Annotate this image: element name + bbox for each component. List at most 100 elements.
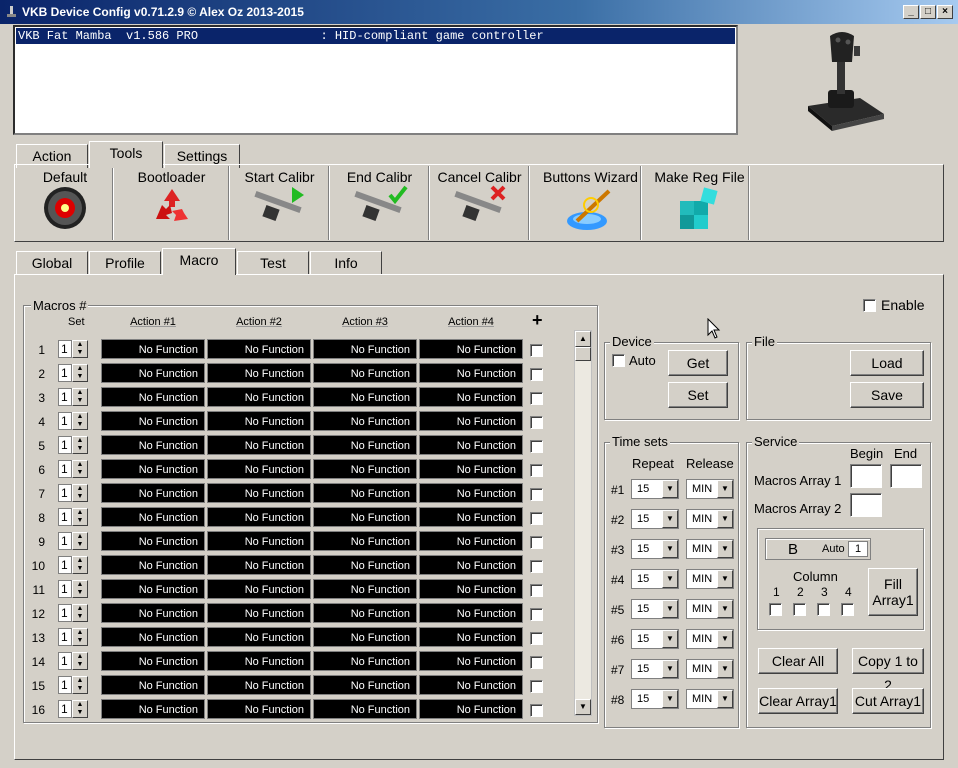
macro-action-1-field[interactable]: No Function xyxy=(101,339,205,359)
copy-1-to-2-button[interactable]: Copy 1 to 2 xyxy=(852,648,924,693)
macro-set-spinner[interactable]: 1 xyxy=(58,484,72,502)
macro-action-3-field[interactable]: No Function xyxy=(313,555,417,575)
macro-action-1-field[interactable]: No Function xyxy=(101,363,205,383)
release-select[interactable]: MIN ▼ xyxy=(686,689,734,709)
clear-all-button[interactable]: Clear All xyxy=(758,648,838,674)
macro-action-2-field[interactable]: No Function xyxy=(207,531,311,551)
macro-row-checkbox[interactable] xyxy=(530,392,543,405)
repeat-select[interactable]: 15 ▼ xyxy=(631,599,679,619)
macro-action-2-field[interactable]: No Function xyxy=(207,387,311,407)
macro-action-4-field[interactable]: No Function xyxy=(419,627,523,647)
repeat-select[interactable]: 15 ▼ xyxy=(631,569,679,589)
macro-action-2-field[interactable]: No Function xyxy=(207,435,311,455)
macro-action-2-field[interactable]: No Function xyxy=(207,483,311,503)
macro-action-2-field[interactable]: No Function xyxy=(207,579,311,599)
macro-set-spinner[interactable]: 1 xyxy=(58,700,72,718)
macro-action-4-field[interactable]: No Function xyxy=(419,699,523,719)
cancel-calibr-tool[interactable]: Cancel Calibr xyxy=(431,166,529,240)
macro-set-spinner[interactable]: 1 xyxy=(58,532,72,550)
macro-action-1-field[interactable]: No Function xyxy=(101,651,205,671)
macro-action-1-field[interactable]: No Function xyxy=(101,435,205,455)
macro-action-3-field[interactable]: No Function xyxy=(313,483,417,503)
macro-set-spinner[interactable]: 1 xyxy=(58,340,72,358)
tab-test[interactable]: Test xyxy=(237,251,309,275)
save-button[interactable]: Save xyxy=(850,382,924,408)
macro-set-spinner[interactable]: 1 xyxy=(58,412,72,430)
fill-array1-button[interactable]: Fill Array1 xyxy=(868,568,918,616)
repeat-select[interactable]: 15 ▼ xyxy=(631,479,679,499)
clear-array1-button[interactable]: Clear Array1 xyxy=(758,688,838,714)
macro-action-3-field[interactable]: No Function xyxy=(313,387,417,407)
release-select[interactable]: MIN ▼ xyxy=(686,599,734,619)
macro-row-checkbox[interactable] xyxy=(530,368,543,381)
chevron-down-icon[interactable]: ▼ xyxy=(717,630,733,648)
column-checkbox[interactable] xyxy=(841,603,854,616)
array1-begin-input[interactable] xyxy=(850,464,882,488)
macro-action-1-field[interactable]: No Function xyxy=(101,531,205,551)
macro-action-1-field[interactable]: No Function xyxy=(101,603,205,623)
scroll-thumb[interactable] xyxy=(575,347,591,361)
release-select[interactable]: MIN ▼ xyxy=(686,629,734,649)
macro-action-4-field[interactable]: No Function xyxy=(419,675,523,695)
macro-action-3-field[interactable]: No Function xyxy=(313,339,417,359)
release-select[interactable]: MIN ▼ xyxy=(686,509,734,529)
add-macro-button[interactable]: + xyxy=(532,310,543,331)
macro-row-checkbox[interactable] xyxy=(530,464,543,477)
macro-action-1-field[interactable]: No Function xyxy=(101,579,205,599)
macro-set-spin-buttons[interactable]: ▲ ▼ xyxy=(72,532,88,550)
macro-action-3-field[interactable]: No Function xyxy=(313,699,417,719)
macro-row-checkbox[interactable] xyxy=(530,512,543,525)
release-select[interactable]: MIN ▼ xyxy=(686,539,734,559)
macro-set-spin-buttons[interactable]: ▲ ▼ xyxy=(72,364,88,382)
device-list[interactable]: VKB Fat Mamba v1.586 PRO : HID-compliant… xyxy=(13,25,738,135)
chevron-down-icon[interactable]: ▼ xyxy=(662,660,678,678)
macro-action-1-field[interactable]: No Function xyxy=(101,387,205,407)
macro-action-3-field[interactable]: No Function xyxy=(313,531,417,551)
macro-action-2-field[interactable]: No Function xyxy=(207,627,311,647)
macro-set-spin-buttons[interactable]: ▲ ▼ xyxy=(72,556,88,574)
macro-set-spinner[interactable]: 1 xyxy=(58,676,72,694)
enable-checkbox[interactable] xyxy=(863,299,876,312)
auto-value-field[interactable]: 1 xyxy=(848,541,868,557)
array1-end-input[interactable] xyxy=(890,464,922,488)
chevron-down-icon[interactable]: ▼ xyxy=(717,660,733,678)
macro-set-spinner[interactable]: 1 xyxy=(58,364,72,382)
macro-action-4-field[interactable]: No Function xyxy=(419,603,523,623)
macro-set-spin-buttons[interactable]: ▲ ▼ xyxy=(72,628,88,646)
macro-action-1-field[interactable]: No Function xyxy=(101,459,205,479)
macro-set-spinner[interactable]: 1 xyxy=(58,580,72,598)
macro-row-checkbox[interactable] xyxy=(530,680,543,693)
macro-set-spin-buttons[interactable]: ▲ ▼ xyxy=(72,484,88,502)
macro-row-checkbox[interactable] xyxy=(530,632,543,645)
make-reg-file-tool[interactable]: Make Reg File xyxy=(651,166,749,240)
macro-set-spin-buttons[interactable]: ▲ ▼ xyxy=(72,580,88,598)
macro-set-spinner[interactable]: 1 xyxy=(58,652,72,670)
macro-action-1-field[interactable]: No Function xyxy=(101,411,205,431)
end-calibr-tool[interactable]: End Calibr xyxy=(331,166,429,240)
macro-action-1-field[interactable]: No Function xyxy=(101,627,205,647)
scroll-up-button[interactable]: ▲ xyxy=(575,331,591,347)
macro-set-spin-buttons[interactable]: ▲ ▼ xyxy=(72,460,88,478)
column-checkbox[interactable] xyxy=(793,603,806,616)
macro-action-1-field[interactable]: No Function xyxy=(101,555,205,575)
chevron-down-icon[interactable]: ▼ xyxy=(662,480,678,498)
macro-row-checkbox[interactable] xyxy=(530,488,543,501)
macro-action-4-field[interactable]: No Function xyxy=(419,387,523,407)
chevron-down-icon[interactable]: ▼ xyxy=(662,630,678,648)
macro-set-spinner[interactable]: 1 xyxy=(58,388,72,406)
macro-set-spinner[interactable]: 1 xyxy=(58,436,72,454)
macro-action-2-field[interactable]: No Function xyxy=(207,363,311,383)
get-button[interactable]: Get xyxy=(668,350,728,376)
start-calibr-tool[interactable]: Start Calibr xyxy=(231,166,329,240)
macro-action-4-field[interactable]: No Function xyxy=(419,651,523,671)
macro-set-spinner[interactable]: 1 xyxy=(58,604,72,622)
macro-action-4-field[interactable]: No Function xyxy=(419,555,523,575)
macro-action-1-field[interactable]: No Function xyxy=(101,507,205,527)
chevron-down-icon[interactable]: ▼ xyxy=(717,510,733,528)
column-checkbox[interactable] xyxy=(817,603,830,616)
macro-action-2-field[interactable]: No Function xyxy=(207,651,311,671)
tab-tools[interactable]: Tools xyxy=(89,141,163,168)
macro-row-checkbox[interactable] xyxy=(530,584,543,597)
chevron-down-icon[interactable]: ▼ xyxy=(662,510,678,528)
macro-row-checkbox[interactable] xyxy=(530,560,543,573)
